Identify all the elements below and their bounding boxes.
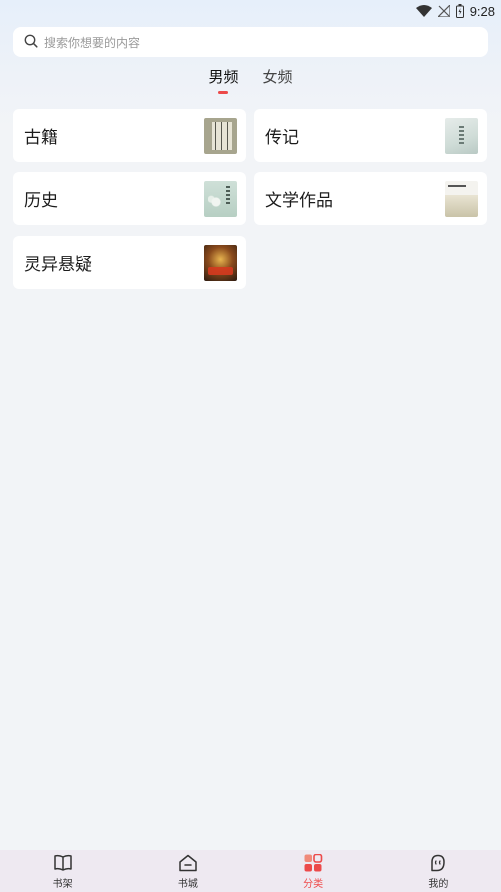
nav-item-profile[interactable]: 我的 [376, 850, 501, 892]
profile-icon [428, 854, 448, 872]
category-title: 文学作品 [265, 191, 333, 211]
category-cover-image [204, 117, 237, 154]
status-time: 9:28 [469, 3, 495, 19]
search-input[interactable]: 搜索你想要的内容 [13, 27, 488, 57]
nav-item-bookshelf[interactable]: 书架 [0, 850, 125, 892]
category-title: 传记 [265, 128, 299, 148]
category-card-guji[interactable]: 古籍 [13, 109, 246, 162]
category-cover-image [445, 117, 478, 154]
category-card-lishi[interactable]: 历史 [13, 172, 246, 225]
status-bar: 9:28 [0, 0, 501, 22]
nav-item-bookstore[interactable]: 书城 [125, 850, 250, 892]
category-card-wenxue[interactable]: 文学作品 [254, 172, 487, 225]
store-icon [178, 854, 198, 872]
book-open-icon [53, 854, 73, 872]
tab-active-indicator [218, 91, 229, 94]
category-cover-image [204, 244, 237, 281]
tab-female[interactable]: 女频 [261, 64, 295, 94]
tab-label: 男频 [208, 68, 239, 86]
category-card-zhuanji[interactable]: 传记 [254, 109, 487, 162]
category-title: 历史 [24, 191, 58, 211]
tab-male[interactable]: 男频 [206, 64, 240, 94]
tab-label: 女频 [262, 68, 293, 86]
category-title: 古籍 [24, 128, 58, 148]
no-signal-icon [437, 5, 450, 17]
gender-tabs: 男频 女频 [0, 64, 501, 98]
battery-icon [455, 4, 464, 18]
nav-label: 书架 [52, 879, 73, 890]
search-icon [24, 33, 38, 52]
nav-label: 我的 [428, 879, 449, 890]
nav-label: 书城 [177, 879, 198, 890]
bottom-nav: 书架 书城 分类 我的 [0, 850, 501, 892]
nav-label: 分类 [303, 879, 324, 890]
category-card-lingyi[interactable]: 灵异悬疑 [13, 236, 246, 289]
search-placeholder: 搜索你想要的内容 [44, 35, 141, 50]
category-grid-icon [303, 854, 323, 872]
nav-item-category[interactable]: 分类 [251, 850, 376, 892]
category-title: 灵异悬疑 [24, 255, 92, 275]
wifi-icon [415, 5, 432, 17]
category-cover-image [445, 180, 478, 217]
category-cover-image [204, 180, 237, 217]
